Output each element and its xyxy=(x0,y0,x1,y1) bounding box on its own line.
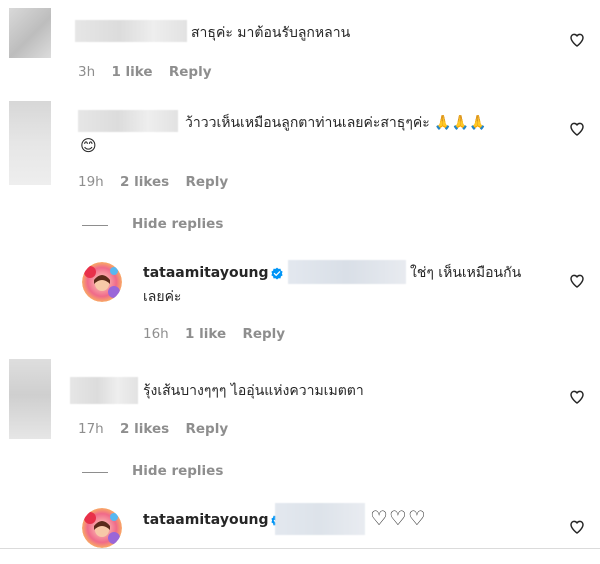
comment-3-meta: 17h 2 likes Reply xyxy=(78,421,228,437)
bottom-divider xyxy=(0,548,600,549)
comment-3-time: 17h xyxy=(78,421,104,437)
hide-replies-line xyxy=(82,225,108,226)
comment-3-text: รุ้งเส้นบางๆๆๆ ไออุ่นแห่งความเมตตา xyxy=(143,383,364,399)
profile-photo-icon xyxy=(82,508,122,548)
redacted-username-2 xyxy=(78,110,178,132)
reply-1-meta: 16h 1 like Reply xyxy=(143,326,285,342)
heart-icon[interactable] xyxy=(569,121,585,137)
reply-1-username[interactable]: tataamitayoung xyxy=(143,265,269,281)
comment-3-likes[interactable]: 2 likes xyxy=(120,421,169,437)
redacted-mention-2 xyxy=(275,503,365,535)
commenter-avatar-1[interactable] xyxy=(9,8,51,58)
reply-avatar[interactable] xyxy=(82,262,122,302)
comment-1-meta: 3h 1 like Reply xyxy=(78,64,212,80)
comment-2-meta: 19h 2 likes Reply xyxy=(78,174,228,190)
redacted-mention-1 xyxy=(288,260,406,284)
heart-icon[interactable] xyxy=(569,32,585,48)
reply-avatar[interactable] xyxy=(82,508,122,548)
commenter-avatar-3[interactable] xyxy=(9,359,51,439)
reply-1-time: 16h xyxy=(143,326,169,342)
comment-2-text: ว้าววเห็นเหมือนลูกตาท่านเลยค่ะสาธุๆค่ะ 🙏… xyxy=(185,112,486,135)
comment-2-text-main: ว้าววเห็นเหมือนลูกตาท่านเลยค่ะสาธุๆค่ะ xyxy=(185,115,430,131)
comment-2-smile-emoji: 😊 xyxy=(80,136,97,155)
reply-2-text: ♡♡♡ xyxy=(370,506,427,530)
hide-replies-button[interactable]: Hide replies xyxy=(132,216,223,232)
heart-icon[interactable] xyxy=(569,389,585,405)
reply-1-text-line1: ใช่ๆ เห็นเหมือนกัน xyxy=(410,265,522,281)
heart-icon[interactable] xyxy=(569,519,585,535)
commenter-avatar-2[interactable] xyxy=(9,101,51,185)
reply-2-header: tataamitayoung xyxy=(143,509,269,532)
heart-icon[interactable] xyxy=(569,273,585,289)
comment-3-reply-button[interactable]: Reply xyxy=(185,421,228,437)
comment-2-reply-button[interactable]: Reply xyxy=(185,174,228,190)
hide-replies-button[interactable]: Hide replies xyxy=(132,463,223,479)
reply-1-header: tataamitayoung xyxy=(143,262,269,285)
profile-photo-icon xyxy=(82,262,122,302)
comment-1-likes[interactable]: 1 like xyxy=(111,64,152,80)
verified-badge-icon xyxy=(271,267,283,280)
comment-2-time: 19h xyxy=(78,174,104,190)
reply-1-reply-button[interactable]: Reply xyxy=(242,326,285,342)
reply-1-text-line2: เลยค่ะ xyxy=(143,289,182,305)
comment-1-time: 3h xyxy=(78,64,96,80)
comment-1-reply-button[interactable]: Reply xyxy=(169,64,212,80)
hide-replies-line xyxy=(82,472,108,473)
redacted-username-3 xyxy=(70,377,138,404)
reply-1-likes[interactable]: 1 like xyxy=(185,326,226,342)
comment-2-pray-emoji: 🙏🙏🙏 xyxy=(434,115,487,131)
comment-2-likes[interactable]: 2 likes xyxy=(120,174,169,190)
comment-1-text: สาธุค่ะ มาต้อนรับลูกหลาน xyxy=(191,25,351,41)
redacted-username-1 xyxy=(75,20,187,42)
reply-2-username[interactable]: tataamitayoung xyxy=(143,512,269,528)
